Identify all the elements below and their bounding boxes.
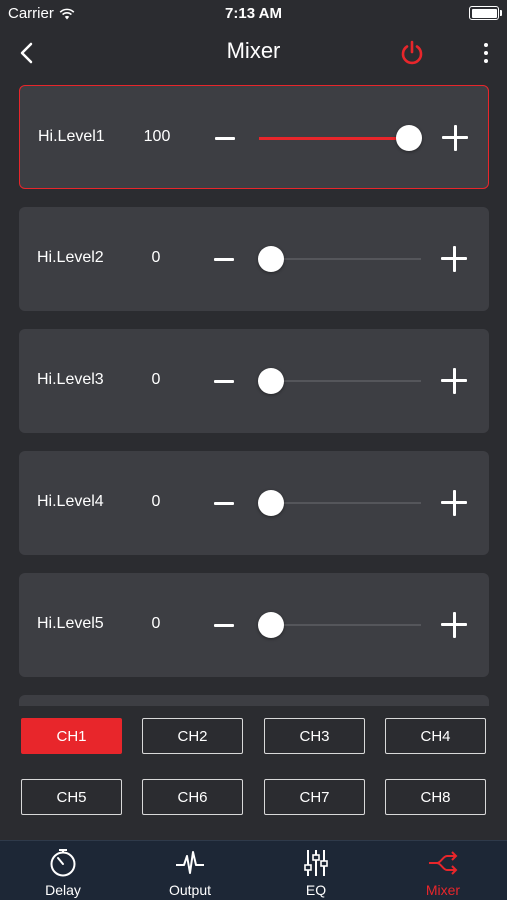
channel-button-ch8[interactable]: CH8 <box>385 779 486 815</box>
channel-button-ch1[interactable]: CH1 <box>21 718 122 754</box>
tab-label: Delay <box>45 882 81 898</box>
channel-button-ch5[interactable]: CH5 <box>21 779 122 815</box>
channel-button-ch4[interactable]: CH4 <box>385 718 486 754</box>
increase-button[interactable] <box>439 244 469 274</box>
level-slider[interactable] <box>258 367 421 395</box>
shuffle-icon <box>429 851 458 875</box>
battery-icon <box>469 6 502 20</box>
slider-knob[interactable] <box>258 490 284 516</box>
stopwatch-icon <box>50 849 76 877</box>
slider-knob[interactable] <box>258 246 284 272</box>
mixer-row-partial <box>19 695 489 706</box>
vertical-ellipsis-icon <box>484 43 488 63</box>
power-icon <box>401 40 423 65</box>
increase-button[interactable] <box>440 123 470 153</box>
tab-bar: Delay Output EQ Mixer <box>0 840 507 900</box>
channel-button-ch2[interactable]: CH2 <box>142 718 243 754</box>
level-label: Hi.Level5 <box>37 615 104 632</box>
increase-button[interactable] <box>439 610 469 640</box>
waveform-icon <box>176 851 204 874</box>
slider-knob[interactable] <box>258 368 284 394</box>
channel-button-ch7[interactable]: CH7 <box>264 779 365 815</box>
decrease-button[interactable] <box>209 488 239 518</box>
level-slider[interactable] <box>259 124 422 152</box>
tab-label: Mixer <box>425 882 461 898</box>
mixer-row-hi-level5: Hi.Level5 0 <box>19 573 489 677</box>
decrease-button[interactable] <box>209 244 239 274</box>
tab-eq[interactable]: EQ <box>253 841 379 900</box>
slider-fill <box>259 136 409 140</box>
level-slider[interactable] <box>258 611 421 639</box>
level-value: 0 <box>151 371 161 388</box>
mixer-row-hi-level3: Hi.Level3 0 <box>19 329 489 433</box>
level-slider[interactable] <box>258 489 421 517</box>
channel-button-ch3[interactable]: CH3 <box>264 718 365 754</box>
tab-output[interactable]: Output <box>127 841 253 900</box>
slider-knob[interactable] <box>396 125 422 151</box>
level-value: 0 <box>151 249 161 266</box>
tab-label: EQ <box>305 882 327 898</box>
level-value: 0 <box>151 493 161 510</box>
tab-label: Output <box>168 882 212 898</box>
level-label: Hi.Level2 <box>37 249 104 266</box>
level-label: Hi.Level1 <box>38 128 105 145</box>
status-time: 7:13 AM <box>225 5 282 22</box>
tab-mixer[interactable]: Mixer <box>380 841 506 900</box>
level-label: Hi.Level4 <box>37 493 104 510</box>
page-title: Mixer <box>226 38 281 63</box>
channel-selector: CH1 CH2 CH3 CH4 CH5 CH6 CH7 CH8 <box>0 706 507 840</box>
status-bar: Carrier 7:13 AM <box>0 0 507 28</box>
level-slider[interactable] <box>258 245 421 273</box>
level-value: 0 <box>151 615 161 632</box>
increase-button[interactable] <box>439 366 469 396</box>
nav-bar: Mixer <box>0 28 507 78</box>
channel-button-ch6[interactable]: CH6 <box>142 779 243 815</box>
increase-button[interactable] <box>439 488 469 518</box>
decrease-button[interactable] <box>209 366 239 396</box>
mixer-row-hi-level4: Hi.Level4 0 <box>19 451 489 555</box>
level-label: Hi.Level3 <box>37 371 104 388</box>
mixer-row-hi-level1: Hi.Level1 100 <box>19 85 489 189</box>
mixer-level-list[interactable]: Hi.Level1 100 Hi.Level2 0 Hi.Level3 0 Hi… <box>19 85 489 706</box>
tab-delay[interactable]: Delay <box>0 841 126 900</box>
decrease-button[interactable] <box>210 123 240 153</box>
more-options-button[interactable] <box>474 38 498 68</box>
equalizer-sliders-icon <box>304 850 328 876</box>
level-value: 100 <box>143 128 171 145</box>
decrease-button[interactable] <box>209 610 239 640</box>
mixer-row-hi-level2: Hi.Level2 0 <box>19 207 489 311</box>
power-button[interactable] <box>398 38 426 68</box>
slider-knob[interactable] <box>258 612 284 638</box>
